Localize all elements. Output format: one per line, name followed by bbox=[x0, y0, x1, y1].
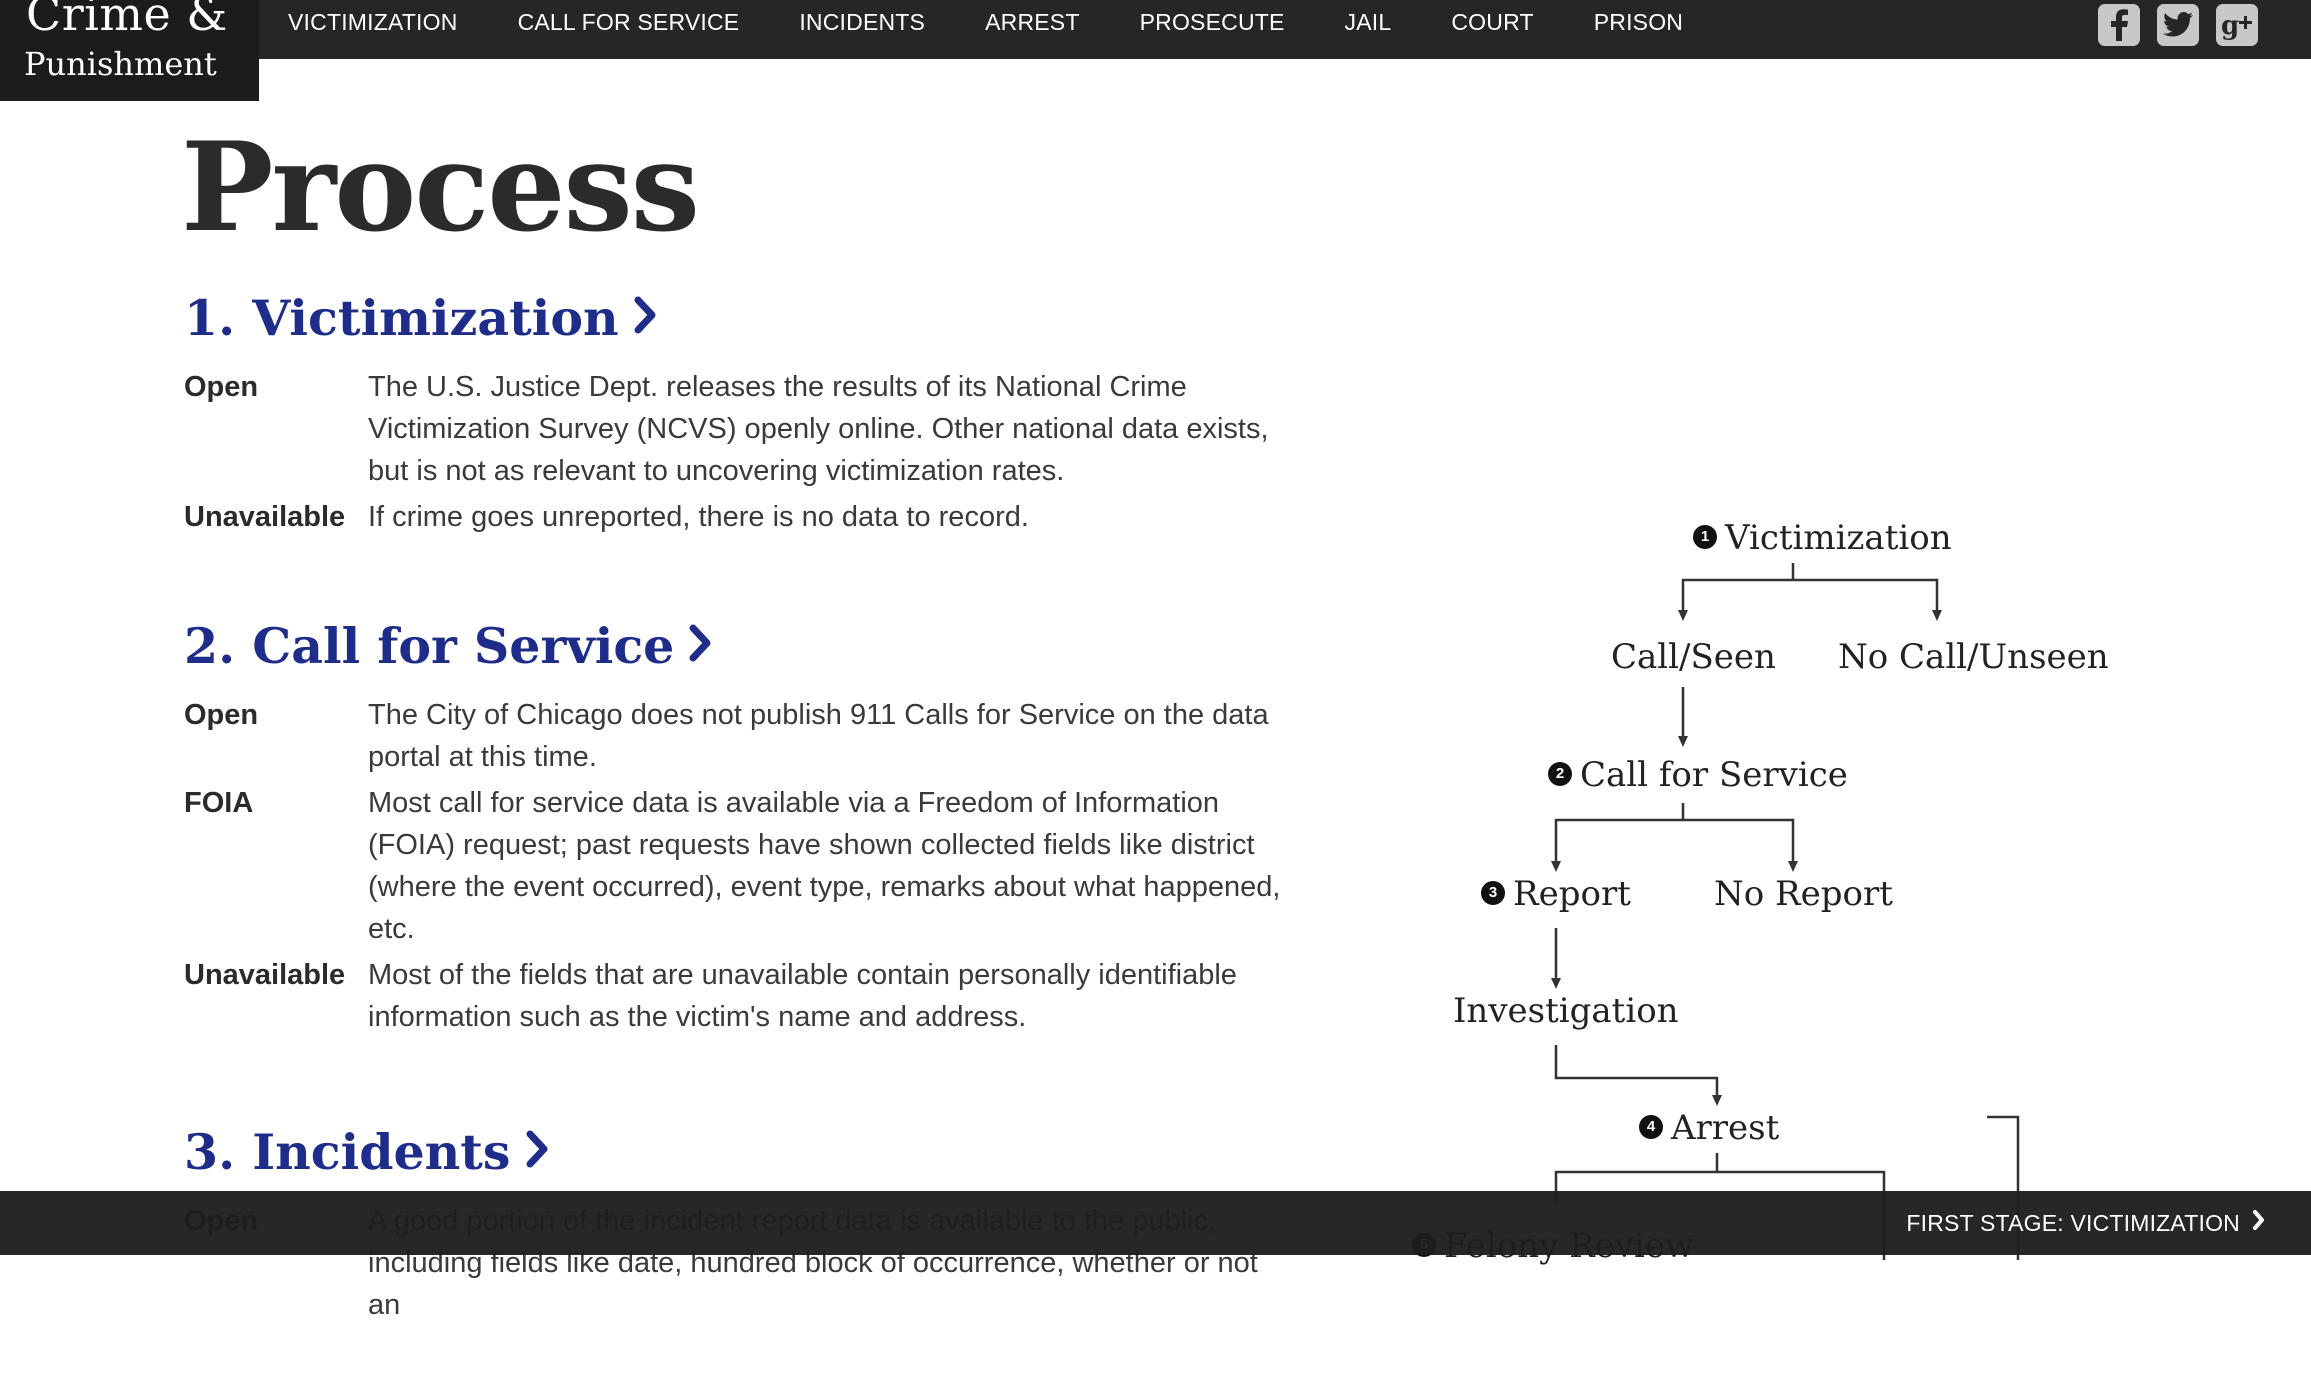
page-title: Process bbox=[181, 116, 700, 260]
row-label: Unavailable bbox=[184, 959, 346, 991]
social-links: g bbox=[2098, 4, 2258, 46]
chevron-right-icon bbox=[525, 1116, 551, 1188]
chevron-right-icon bbox=[688, 610, 714, 682]
logo-line-2: Punishment bbox=[24, 45, 217, 83]
section-heading-incidents[interactable]: 3. Incidents bbox=[184, 1116, 551, 1188]
chevron-right-icon bbox=[2252, 1209, 2266, 1237]
nav-item-court[interactable]: COURT bbox=[1451, 9, 1533, 36]
section-heading-victimization[interactable]: 1. Victimization bbox=[184, 282, 659, 354]
site-logo[interactable]: Crime & Punishment bbox=[0, 0, 259, 101]
data-row-foia: FOIA Most call for service data is avail… bbox=[184, 782, 1294, 950]
flow-node-call-seen: Call/Seen bbox=[1611, 637, 1776, 677]
nav-item-call-for-service[interactable]: CALL FOR SERVICE bbox=[518, 9, 740, 36]
flow-node-no-call-unseen: No Call/Unseen bbox=[1838, 637, 2109, 677]
next-stage-label: FIRST STAGE: VICTIMIZATION bbox=[1906, 1209, 2240, 1236]
top-navigation-bar: VICTIMIZATION CALL FOR SERVICE INCIDENTS… bbox=[0, 0, 2311, 59]
chevron-right-icon bbox=[633, 282, 659, 354]
flow-node-label: Call for Service bbox=[1580, 755, 1848, 795]
data-row-unavailable: Unavailable If crime goes unreported, th… bbox=[184, 496, 1294, 538]
nav-item-jail[interactable]: JAIL bbox=[1345, 9, 1392, 36]
flow-node-call-for-service: 2 Call for Service bbox=[1548, 755, 1848, 795]
data-row-unavailable: Unavailable Most of the fields that are … bbox=[184, 954, 1294, 1038]
google-plus-icon[interactable]: g bbox=[2216, 4, 2258, 46]
row-text: Most of the fields that are unavailable … bbox=[368, 959, 1237, 1033]
flow-node-no-report: No Report bbox=[1714, 874, 1893, 914]
step-number-badge: 4 bbox=[1639, 1115, 1663, 1139]
main-nav: VICTIMIZATION CALL FOR SERVICE INCIDENTS… bbox=[288, 0, 1743, 44]
step-number-badge: 3 bbox=[1481, 881, 1505, 905]
section-heading-text: 1. Victimization bbox=[184, 289, 619, 347]
data-row-open: Open The City of Chicago does not publis… bbox=[184, 694, 1294, 778]
twitter-icon[interactable] bbox=[2157, 4, 2199, 46]
row-label: Open bbox=[184, 371, 259, 403]
svg-text:g: g bbox=[2221, 11, 2239, 40]
section-heading-text: 3. Incidents bbox=[184, 1123, 511, 1181]
row-label: FOIA bbox=[184, 787, 254, 819]
nav-item-victimization[interactable]: VICTIMIZATION bbox=[288, 9, 458, 36]
flow-node-investigation: Investigation bbox=[1453, 991, 1679, 1031]
row-text: The City of Chicago does not publish 911… bbox=[368, 699, 1269, 773]
logo-line-1: Crime & bbox=[26, 0, 228, 41]
row-text: If crime goes unreported, there is no da… bbox=[368, 501, 1029, 533]
step-number-badge: 2 bbox=[1548, 762, 1572, 786]
row-text: The U.S. Justice Dept. releases the resu… bbox=[368, 371, 1269, 487]
flow-node-label: Report bbox=[1513, 874, 1631, 914]
row-text: Most call for service data is available … bbox=[368, 787, 1281, 945]
facebook-icon[interactable] bbox=[2098, 4, 2140, 46]
bottom-stage-bar: FIRST STAGE: VICTIMIZATION bbox=[0, 1191, 2311, 1255]
nav-item-prison[interactable]: PRISON bbox=[1594, 9, 1683, 36]
section-heading-call-for-service[interactable]: 2. Call for Service bbox=[184, 610, 714, 682]
flow-node-victimization: 1 Victimization bbox=[1693, 518, 1952, 558]
process-flow-diagram: 1 Victimization Call/Seen No Call/Unseen … bbox=[1400, 500, 2160, 1266]
section-victimization: 1. Victimization Open The U.S. Justice D… bbox=[184, 282, 1294, 538]
section-heading-text: 2. Call for Service bbox=[184, 617, 675, 675]
row-label: Unavailable bbox=[184, 501, 346, 533]
data-row-open: Open The U.S. Justice Dept. releases the… bbox=[184, 366, 1294, 492]
flow-node-label: Arrest bbox=[1671, 1108, 1780, 1148]
step-number-badge: 1 bbox=[1693, 525, 1717, 549]
flow-node-label: Victimization bbox=[1725, 518, 1952, 558]
flow-node-report: 3 Report bbox=[1481, 874, 1631, 914]
row-label: Open bbox=[184, 699, 259, 731]
section-call-for-service: 2. Call for Service Open The City of Chi… bbox=[184, 610, 1294, 1038]
nav-item-incidents[interactable]: INCIDENTS bbox=[799, 9, 925, 36]
flow-node-arrest: 4 Arrest bbox=[1639, 1108, 1779, 1148]
nav-item-prosecute[interactable]: PROSECUTE bbox=[1140, 9, 1285, 36]
next-stage-link[interactable]: FIRST STAGE: VICTIMIZATION bbox=[1906, 1191, 2266, 1255]
nav-item-arrest[interactable]: ARREST bbox=[985, 9, 1080, 36]
